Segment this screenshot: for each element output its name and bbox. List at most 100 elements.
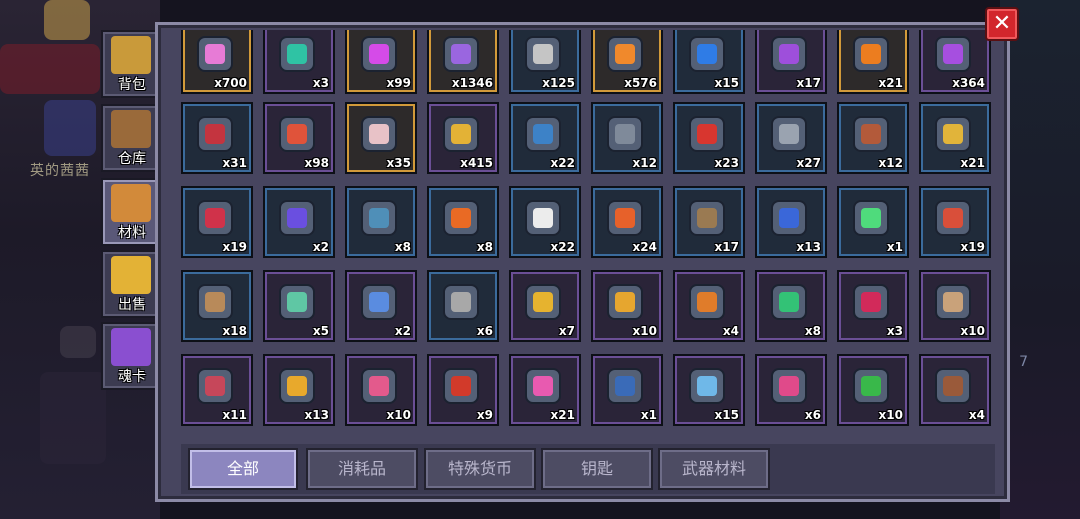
item-slot[interactable]: x5 — [263, 270, 335, 342]
item-glyph — [615, 124, 635, 144]
metal-coupler-icon — [771, 116, 807, 152]
item-slot[interactable]: x15 — [673, 30, 745, 94]
item-slot[interactable]: x576 — [591, 30, 663, 94]
item-slot[interactable]: x27 — [755, 102, 827, 174]
item-slot[interactable]: x35 — [345, 102, 417, 174]
item-slot[interactable]: x98 — [263, 102, 335, 174]
blue-pistol-icon — [771, 200, 807, 236]
item-slot[interactable]: x12 — [837, 102, 909, 174]
item-glyph — [861, 208, 881, 228]
item-slot[interactable]: x22 — [509, 102, 581, 174]
wood-plank-icon — [689, 200, 725, 236]
item-glyph — [943, 208, 963, 228]
item-slot[interactable]: x10 — [919, 270, 991, 342]
item-slot[interactable]: x8 — [755, 270, 827, 342]
item-slot[interactable]: x6 — [427, 270, 499, 342]
orange-block-icon — [443, 200, 479, 236]
item-glyph — [779, 376, 799, 396]
item-slot[interactable]: x18 — [181, 270, 253, 342]
item-glyph — [697, 376, 717, 396]
side-tab-3[interactable]: 出售 — [101, 250, 163, 318]
item-slot[interactable]: x21 — [837, 30, 909, 94]
category-tab-1[interactable]: 消耗品 — [306, 448, 418, 490]
horn-shell-icon — [935, 284, 971, 320]
item-slot[interactable]: x15 — [673, 354, 745, 426]
item-slot[interactable]: x22 — [509, 186, 581, 258]
item-slot[interactable]: x125 — [509, 30, 581, 94]
item-slot[interactable]: x8 — [427, 186, 499, 258]
item-slot[interactable]: x9 — [427, 354, 499, 426]
player-name-fragment: 英的茜茜 — [30, 163, 90, 179]
item-slot[interactable]: x10 — [345, 354, 417, 426]
item-slot[interactable]: x1 — [837, 186, 909, 258]
category-tab-0[interactable]: 全部 — [188, 448, 298, 490]
side-tab-1[interactable]: 仓库 — [101, 104, 163, 172]
item-glyph — [779, 208, 799, 228]
item-glyph — [287, 208, 307, 228]
item-glyph — [205, 124, 225, 144]
item-slot[interactable]: x17 — [755, 30, 827, 94]
item-slot[interactable]: x21 — [919, 102, 991, 174]
item-slot[interactable]: x10 — [591, 270, 663, 342]
item-slot[interactable]: x415 — [427, 102, 499, 174]
item-count: x17 — [714, 240, 739, 254]
item-glyph — [533, 44, 553, 64]
item-slot[interactable]: x19 — [181, 186, 253, 258]
white-blob-icon — [525, 200, 561, 236]
item-grid[interactable]: x700 x3 x99 x1346 x125 x576 x15 x17 x21 x364 x31 x9… — [181, 30, 995, 443]
item-count: x24 — [632, 240, 657, 254]
magenta-crystal-icon — [361, 36, 397, 72]
pink-crab-icon — [771, 368, 807, 404]
item-slot[interactable]: x364 — [919, 30, 991, 94]
item-count: x5 — [312, 324, 329, 338]
item-slot[interactable]: x1 — [591, 354, 663, 426]
item-slot[interactable]: x3 — [837, 270, 909, 342]
twin-orb-icon — [279, 284, 315, 320]
item-count: x12 — [632, 156, 657, 170]
gold-coins-icon — [111, 256, 151, 294]
coil-part-icon — [361, 200, 397, 236]
item-slot[interactable]: x23 — [673, 102, 745, 174]
power-core-icon — [279, 368, 315, 404]
item-slot[interactable]: x6 — [755, 354, 827, 426]
item-count: x13 — [304, 408, 329, 422]
item-slot[interactable]: x4 — [673, 270, 745, 342]
side-tab-label: 出售 — [118, 297, 146, 313]
category-tab-2[interactable]: 特殊货币 — [424, 448, 536, 490]
item-slot[interactable]: x8 — [345, 186, 417, 258]
item-slot[interactable]: x3 — [263, 30, 335, 94]
item-slot[interactable]: x19 — [919, 186, 991, 258]
item-slot[interactable]: x2 — [263, 186, 335, 258]
item-slot[interactable]: x31 — [181, 102, 253, 174]
item-glyph — [369, 44, 389, 64]
item-slot[interactable]: x12 — [591, 102, 663, 174]
item-slot[interactable]: x10 — [837, 354, 909, 426]
pink-flame-gem-icon — [361, 368, 397, 404]
item-count: x364 — [952, 76, 985, 90]
item-glyph — [287, 44, 307, 64]
item-glyph — [615, 376, 635, 396]
item-slot[interactable]: x99 — [345, 30, 417, 94]
item-slot[interactable]: x24 — [591, 186, 663, 258]
item-slot[interactable]: x21 — [509, 354, 581, 426]
item-slot[interactable]: x1346 — [427, 30, 499, 94]
item-slot[interactable]: x17 — [673, 186, 745, 258]
category-tab-3[interactable]: 钥匙 — [541, 448, 653, 490]
item-slot[interactable]: x4 — [919, 354, 991, 426]
item-count: x15 — [714, 408, 739, 422]
item-count: x21 — [878, 76, 903, 90]
item-slot[interactable]: x13 — [755, 186, 827, 258]
side-tab-0[interactable]: 背包 — [101, 30, 163, 98]
item-slot[interactable]: x11 — [181, 354, 253, 426]
side-tab-2[interactable]: 材料 — [101, 178, 163, 246]
item-slot[interactable]: x13 — [263, 354, 335, 426]
item-glyph — [287, 124, 307, 144]
category-tab-4[interactable]: 武器材料 — [658, 448, 770, 490]
ice-sword-icon — [689, 368, 725, 404]
item-slot[interactable]: x700 — [181, 30, 253, 94]
background-knight-icon — [44, 100, 96, 156]
item-slot[interactable]: x2 — [345, 270, 417, 342]
item-slot[interactable]: x7 — [509, 270, 581, 342]
side-tab-4[interactable]: 魂卡 — [101, 322, 163, 390]
close-button[interactable]: ✕ — [985, 7, 1019, 41]
